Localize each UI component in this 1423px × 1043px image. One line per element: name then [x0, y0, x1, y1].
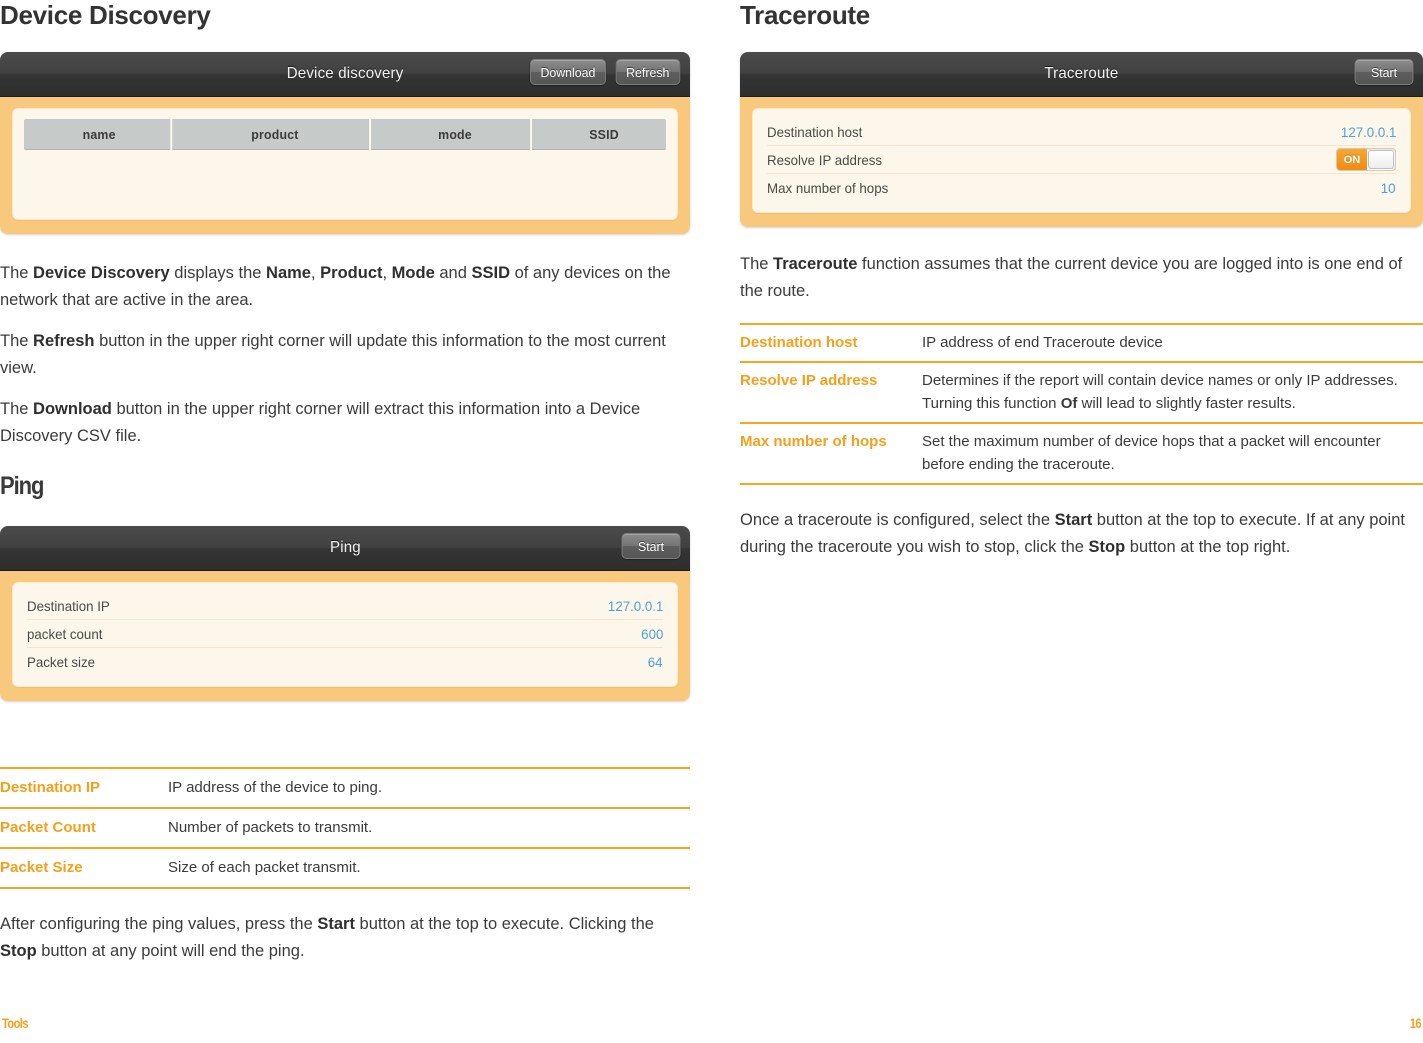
ping-row-packet-count[interactable]: packet count 600	[27, 620, 663, 648]
paragraph-ping-closing: After configuring the ping values, press…	[0, 915, 654, 960]
ping-widget: Ping Start Destination IP 127.0.0.1 pack…	[0, 526, 690, 701]
ping-settings-list: Destination IP 127.0.0.1 packet count 60…	[12, 582, 678, 687]
ping-titlebar: Ping Start	[0, 526, 690, 571]
toggle-on-label: ON	[1337, 149, 1367, 170]
ping-title: Ping	[329, 539, 361, 556]
ping-desc-packet-count: Number of packets to transmit.	[168, 808, 690, 849]
column-header-ssid[interactable]: SSID	[539, 119, 666, 150]
footer-section-label: Tools	[2, 1015, 28, 1031]
traceroute-term-resolve-ip: Resolve IP address	[740, 362, 922, 424]
ping-row-packet-size[interactable]: Packet size 64	[27, 648, 663, 675]
ping-term-packet-size: Packet Size	[0, 848, 168, 889]
traceroute-settings-list: Destination host 127.0.0.1 Resolve IP ad…	[752, 108, 1411, 213]
traceroute-actions: Start	[1353, 59, 1415, 85]
column-header-product[interactable]: product	[181, 119, 371, 150]
ping-definition-table: Destination IP IP address of the device …	[0, 767, 690, 889]
table-row: Resolve IP address Determines if the rep…	[740, 362, 1423, 424]
traceroute-label-max-hops: Max number of hops	[767, 179, 889, 196]
page-title-traceroute: Traceroute	[740, 0, 870, 30]
paragraph-traceroute-intro: The Traceroute function assumes that the…	[740, 255, 1403, 300]
traceroute-desc-max-hops: Set the maximum number of device hops th…	[922, 423, 1423, 485]
download-button[interactable]: Download	[529, 59, 606, 85]
ping-value-packet-count[interactable]: 600	[641, 626, 663, 642]
table-row: Packet Count Number of packets to transm…	[0, 808, 690, 849]
device-discovery-inner: name product mode SSID	[12, 108, 678, 220]
traceroute-widget: Traceroute Start Destination host 127.0.…	[740, 52, 1423, 227]
paragraph-device-discovery-overview: The Device Discovery displays the Name, …	[0, 264, 671, 309]
ping-term-packet-count: Packet Count	[0, 808, 168, 849]
device-discovery-actions: Download Refresh	[528, 59, 682, 85]
table-row: Packet Size Size of each packet transmit…	[0, 848, 690, 889]
table-row: Max number of hops Set the maximum numbe…	[740, 423, 1423, 485]
right-column: Traceroute Traceroute Start Destination …	[740, 0, 1423, 575]
ping-actions: Start	[620, 533, 682, 559]
traceroute-label-resolve-ip: Resolve IP address	[767, 151, 883, 168]
paragraph-traceroute-closing: Once a traceroute is configured, select …	[740, 511, 1405, 556]
ping-body: Destination IP 127.0.0.1 packet count 60…	[0, 571, 690, 701]
page-footer: Tools 16	[0, 1011, 1423, 1031]
ping-label-destination-ip: Destination IP	[27, 597, 110, 614]
traceroute-row-max-hops[interactable]: Max number of hops 10	[767, 174, 1396, 201]
resolve-ip-toggle[interactable]: ON	[1336, 148, 1396, 171]
document-page: Device Discovery Device discovery Downlo…	[0, 0, 1423, 1043]
ping-value-destination-ip[interactable]: 127.0.0.1	[608, 598, 663, 614]
paragraph-download-button: The Download button in the upper right c…	[0, 400, 641, 445]
device-discovery-table-header: name product mode SSID	[24, 119, 666, 150]
left-column: Device Discovery Device discovery Downlo…	[0, 0, 690, 979]
table-row: Destination IP IP address of the device …	[0, 767, 690, 809]
traceroute-titlebar: Traceroute Start	[740, 52, 1423, 97]
ping-start-button[interactable]: Start	[621, 533, 681, 559]
column-header-mode[interactable]: mode	[380, 119, 532, 150]
traceroute-start-button[interactable]: Start	[1354, 59, 1414, 85]
page-title-device-discovery: Device Discovery	[0, 0, 211, 30]
page-title-ping: Ping	[0, 472, 45, 500]
ping-desc-packet-size: Size of each packet transmit.	[168, 848, 690, 889]
ping-label-packet-size: Packet size	[27, 653, 96, 670]
ping-label-packet-count: packet count	[27, 625, 103, 642]
traceroute-term-max-hops: Max number of hops	[740, 423, 922, 485]
ping-desc-destination-ip: IP address of the device to ping.	[168, 767, 690, 809]
ping-value-packet-size[interactable]: 64	[648, 654, 663, 670]
traceroute-title: Traceroute	[1044, 65, 1119, 82]
footer-page-number: 16	[1409, 1015, 1422, 1031]
refresh-button[interactable]: Refresh	[616, 59, 681, 85]
traceroute-body: Destination host 127.0.0.1 Resolve IP ad…	[740, 97, 1423, 227]
ping-row-destination-ip[interactable]: Destination IP 127.0.0.1	[27, 592, 663, 620]
toggle-knob[interactable]	[1368, 150, 1394, 169]
traceroute-value-destination-host[interactable]: 127.0.0.1	[1341, 124, 1396, 140]
table-row: Destination host IP address of end Trace…	[740, 323, 1423, 363]
traceroute-desc-resolve-ip: Determines if the report will contain de…	[922, 362, 1423, 424]
device-discovery-body: name product mode SSID	[0, 97, 690, 234]
traceroute-row-destination-host[interactable]: Destination host 127.0.0.1	[767, 118, 1396, 146]
traceroute-value-max-hops[interactable]: 10	[1381, 180, 1396, 196]
device-discovery-titlebar: Device discovery Download Refresh	[0, 52, 690, 97]
device-discovery-title: Device discovery	[286, 65, 404, 82]
device-discovery-widget: Device discovery Download Refresh name p…	[0, 52, 690, 234]
traceroute-definition-table: Destination host IP address of end Trace…	[740, 323, 1423, 485]
column-header-name[interactable]: name	[28, 119, 173, 150]
traceroute-term-destination-host: Destination host	[740, 323, 922, 363]
paragraph-refresh-button: The Refresh button in the upper right co…	[0, 332, 666, 377]
traceroute-row-resolve-ip[interactable]: Resolve IP address ON	[767, 146, 1396, 174]
ping-term-destination-ip: Destination IP	[0, 767, 168, 809]
traceroute-desc-destination-host: IP address of end Traceroute device	[922, 323, 1423, 363]
traceroute-label-destination-host: Destination host	[767, 123, 863, 140]
